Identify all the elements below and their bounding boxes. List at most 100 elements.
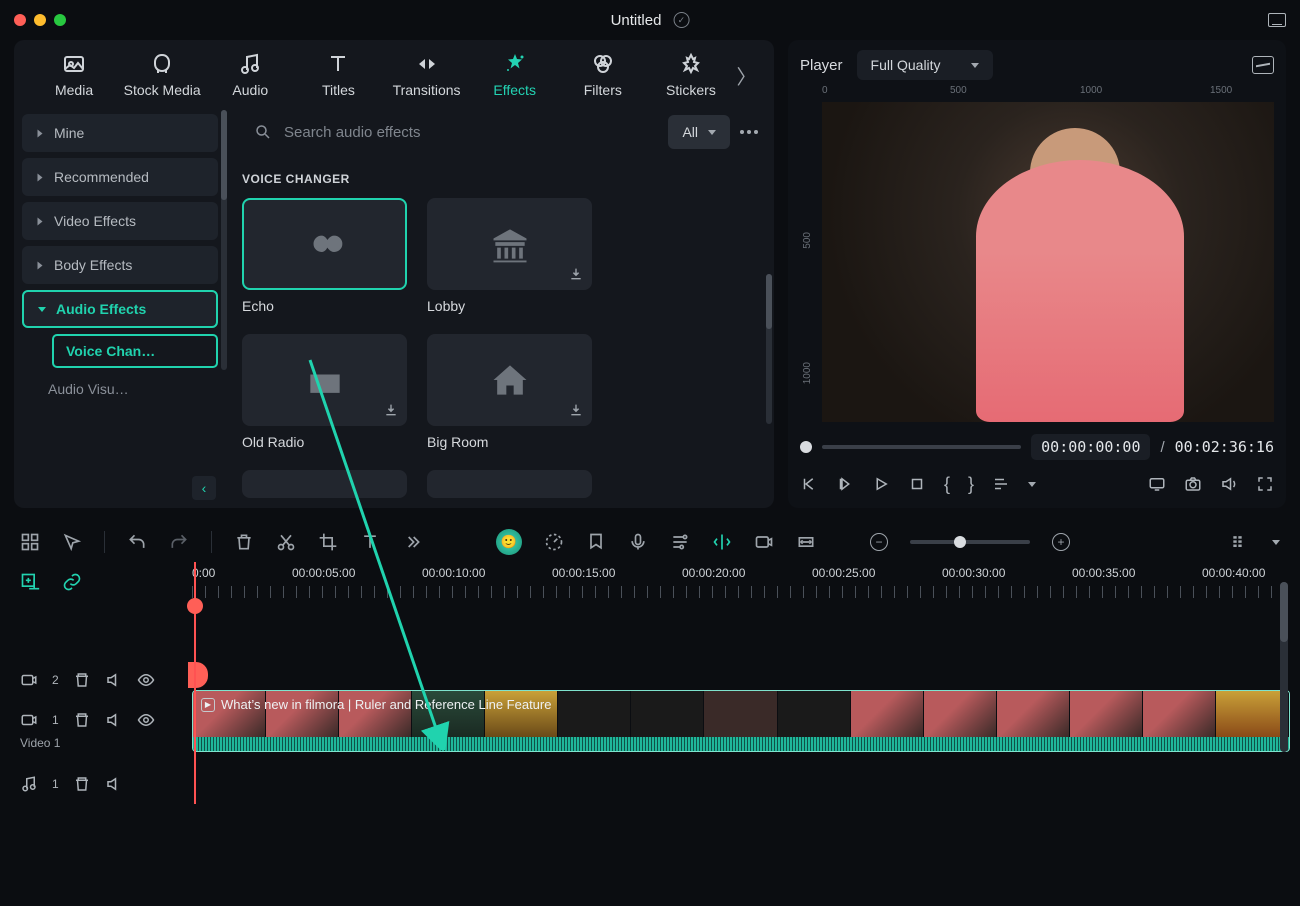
- effect-lobby[interactable]: Lobby: [427, 198, 592, 314]
- track-header-audio[interactable]: 1: [10, 764, 192, 804]
- mark-out-button[interactable]: }: [968, 474, 974, 495]
- track-header-1[interactable]: 1: [10, 700, 192, 740]
- select-tool[interactable]: [62, 532, 82, 552]
- link-button[interactable]: [62, 572, 82, 592]
- effect-echo[interactable]: Echo: [242, 198, 407, 314]
- download-icon[interactable]: [568, 266, 586, 284]
- content-scrollbar[interactable]: [766, 274, 772, 424]
- audio-mixer-button[interactable]: [670, 532, 690, 552]
- cut-button[interactable]: [276, 532, 296, 552]
- effect-old-radio[interactable]: Old Radio: [242, 334, 407, 450]
- fit-button[interactable]: [796, 532, 816, 552]
- download-icon[interactable]: [568, 402, 586, 420]
- video-clip[interactable]: ▶What’s new in filmora | Ruler and Refer…: [192, 690, 1290, 752]
- building-icon: [488, 222, 532, 266]
- tab-transitions[interactable]: Transitions: [383, 52, 471, 98]
- maximize-window-button[interactable]: [54, 14, 66, 26]
- mute-icon[interactable]: [105, 775, 123, 793]
- sidebar-sub-audio-visualizer[interactable]: Audio Visu…: [36, 374, 218, 404]
- step-back-button[interactable]: [836, 475, 854, 493]
- more-options-button[interactable]: [740, 130, 758, 134]
- ai-button[interactable]: 🙂: [496, 529, 522, 555]
- lock-icon[interactable]: [73, 671, 91, 689]
- chevron-down-icon[interactable]: [1272, 540, 1280, 545]
- mic-button[interactable]: [628, 532, 648, 552]
- filter-dropdown[interactable]: All: [668, 115, 730, 149]
- video-preview[interactable]: [822, 102, 1274, 422]
- more-tools-button[interactable]: [402, 532, 422, 552]
- redo-button[interactable]: [169, 532, 189, 552]
- progress-bar[interactable]: [822, 445, 1021, 449]
- effects-sidebar: Mine Recommended Video Effects Body Effe…: [14, 104, 226, 508]
- split-button[interactable]: [712, 532, 732, 552]
- sidebar-item-audio-effects[interactable]: Audio Effects: [22, 290, 218, 328]
- marker-button[interactable]: [586, 532, 606, 552]
- effect-placeholder[interactable]: [242, 470, 407, 498]
- speed-button[interactable]: [544, 532, 564, 552]
- play-button[interactable]: [872, 475, 890, 493]
- quality-dropdown[interactable]: Full Quality: [857, 50, 993, 80]
- undo-button[interactable]: [127, 532, 147, 552]
- display-button[interactable]: [1148, 475, 1166, 493]
- timeline-playhead[interactable]: [194, 562, 196, 804]
- download-icon[interactable]: [383, 402, 401, 420]
- snapshot-icon[interactable]: [1252, 56, 1274, 74]
- effect-big-room[interactable]: Big Room: [427, 334, 592, 450]
- playhead-handle[interactable]: [800, 441, 812, 453]
- sidebar-item-mine[interactable]: Mine: [22, 114, 218, 152]
- mute-icon[interactable]: [105, 671, 123, 689]
- timeline-scrollbar[interactable]: [1280, 582, 1288, 752]
- sidebar-sub-voice-changer[interactable]: Voice Chan…: [52, 334, 218, 368]
- lock-icon[interactable]: [73, 775, 91, 793]
- sidebar-item-recommended[interactable]: Recommended: [22, 158, 218, 196]
- zoom-in-button[interactable]: +: [1052, 533, 1070, 551]
- layout-button[interactable]: [20, 532, 40, 552]
- crop-button[interactable]: [318, 532, 338, 552]
- track-view-button[interactable]: [1230, 532, 1250, 552]
- tab-filters[interactable]: Filters: [559, 52, 647, 98]
- mark-in-button[interactable]: {: [944, 474, 950, 495]
- tab-audio[interactable]: Audio: [206, 52, 294, 98]
- track-header-2[interactable]: 2: [10, 660, 192, 700]
- tab-stock-media[interactable]: Stock Media: [118, 52, 206, 98]
- effect-placeholder[interactable]: [427, 470, 592, 498]
- add-track-button[interactable]: [20, 572, 40, 592]
- titles-icon: [326, 52, 350, 76]
- render-button[interactable]: [754, 532, 774, 552]
- video-track-icon: [20, 711, 38, 729]
- fullscreen-button[interactable]: [1256, 475, 1274, 493]
- display-mode-icon[interactable]: [1268, 13, 1286, 27]
- tab-titles[interactable]: Titles: [294, 52, 382, 98]
- tabs-scroll-right[interactable]: 〉: [735, 55, 758, 95]
- lock-icon[interactable]: [73, 711, 91, 729]
- volume-button[interactable]: [1220, 475, 1238, 493]
- sidebar-item-video-effects[interactable]: Video Effects: [22, 202, 218, 240]
- effects-content: Search audio effects All VOICE CHANGER E…: [226, 104, 774, 508]
- tab-effects[interactable]: Effects: [471, 52, 559, 98]
- search-input[interactable]: Search audio effects: [242, 114, 658, 150]
- mute-icon[interactable]: [105, 711, 123, 729]
- timeline-ruler[interactable]: 0:00 00:00:05:00 00:00:10:00 00:00:15:00…: [192, 562, 1290, 602]
- align-button[interactable]: [992, 475, 1010, 493]
- prev-frame-button[interactable]: [800, 475, 818, 493]
- visibility-icon[interactable]: [137, 711, 155, 729]
- chevron-down-icon[interactable]: [1028, 482, 1036, 487]
- player-panel: Player Full Quality 0 500 1000 1500 500 …: [788, 40, 1286, 508]
- video-track-icon: [20, 671, 38, 689]
- camera-button[interactable]: [1184, 475, 1202, 493]
- sidebar-item-body-effects[interactable]: Body Effects: [22, 246, 218, 284]
- tab-media[interactable]: Media: [30, 52, 118, 98]
- minimize-window-button[interactable]: [34, 14, 46, 26]
- delete-button[interactable]: [234, 532, 254, 552]
- visibility-icon[interactable]: [137, 671, 155, 689]
- track-label: Video 1: [10, 736, 192, 750]
- sidebar-collapse-button[interactable]: ‹: [192, 476, 216, 500]
- tab-stickers[interactable]: Stickers: [647, 52, 735, 98]
- sync-status-icon[interactable]: ✓: [673, 12, 689, 28]
- zoom-slider[interactable]: [910, 540, 1030, 544]
- zoom-out-button[interactable]: −: [870, 533, 888, 551]
- text-button[interactable]: [360, 532, 380, 552]
- stop-button[interactable]: [908, 475, 926, 493]
- close-window-button[interactable]: [14, 14, 26, 26]
- ruler-horizontal: 0 500 1000 1500: [800, 80, 1274, 102]
